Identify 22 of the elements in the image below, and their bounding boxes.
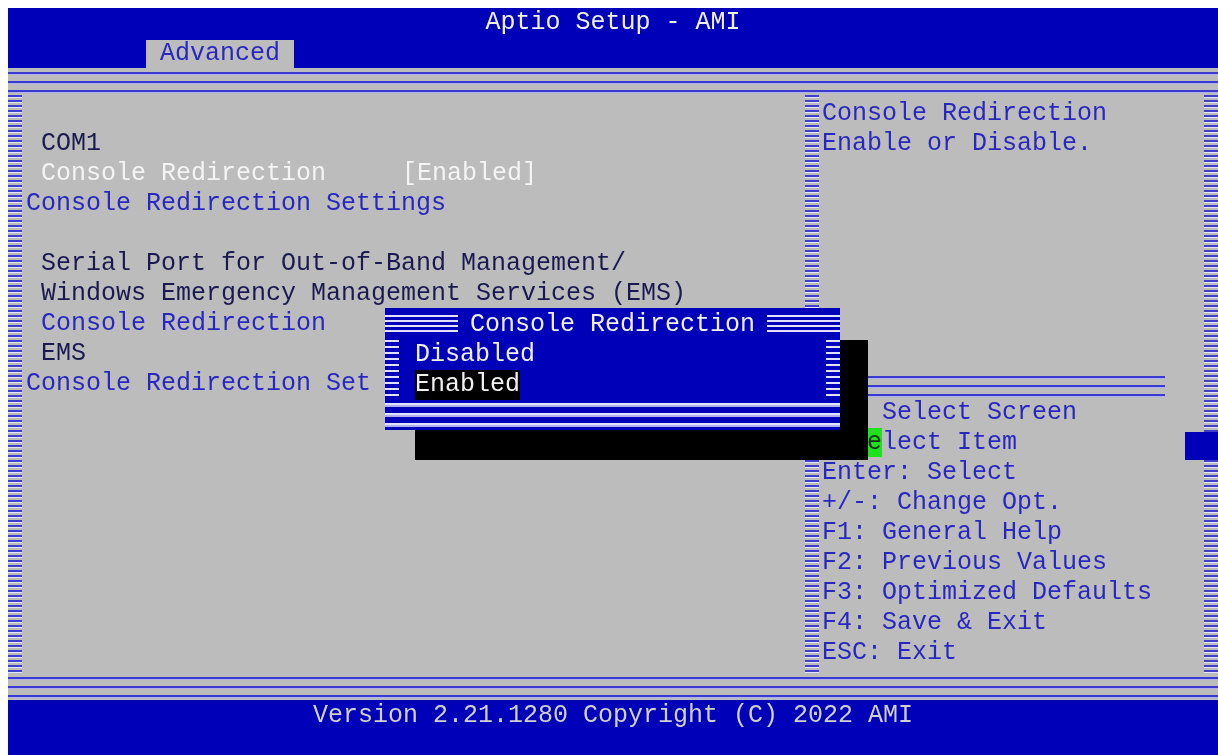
- key-hint: F3: Optimized Defaults: [822, 578, 1154, 608]
- key-hint: ESC: Exit: [822, 638, 959, 668]
- key-hint: Enter: Select: [822, 458, 1019, 488]
- key-hint: F1: General Help: [822, 518, 1064, 548]
- help-text: Enable or Disable.: [822, 129, 1094, 159]
- help-text: Console Redirection: [822, 99, 1109, 129]
- submenu-link[interactable]: Console Redirection Settings: [22, 189, 447, 219]
- scroll-thumb[interactable]: [1185, 432, 1218, 460]
- submenu-link[interactable]: Console Redirection Set: [22, 369, 372, 399]
- popup-option[interactable]: Disabled: [415, 340, 536, 370]
- popup-option[interactable]: Enabled: [415, 370, 521, 400]
- section-label: Windows Emergency Management Services (EMS): [40, 279, 687, 309]
- section-label: EMS: [40, 339, 86, 369]
- key-hint: Select Screen: [881, 398, 1079, 428]
- popup-title: Console Redirection: [470, 309, 756, 339]
- section-label: Serial Port for Out-of-Band Management/: [40, 249, 627, 279]
- key-hint: F2: Previous Values: [822, 548, 1109, 578]
- window-title: Aptio Setup - AMI: [485, 8, 741, 39]
- section-label: COM1: [40, 129, 101, 159]
- tab[interactable]: Advanced: [146, 40, 295, 68]
- key-hint: +/-: Change Opt.: [822, 488, 1064, 518]
- key-hint: F4: Save & Exit: [822, 608, 1049, 638]
